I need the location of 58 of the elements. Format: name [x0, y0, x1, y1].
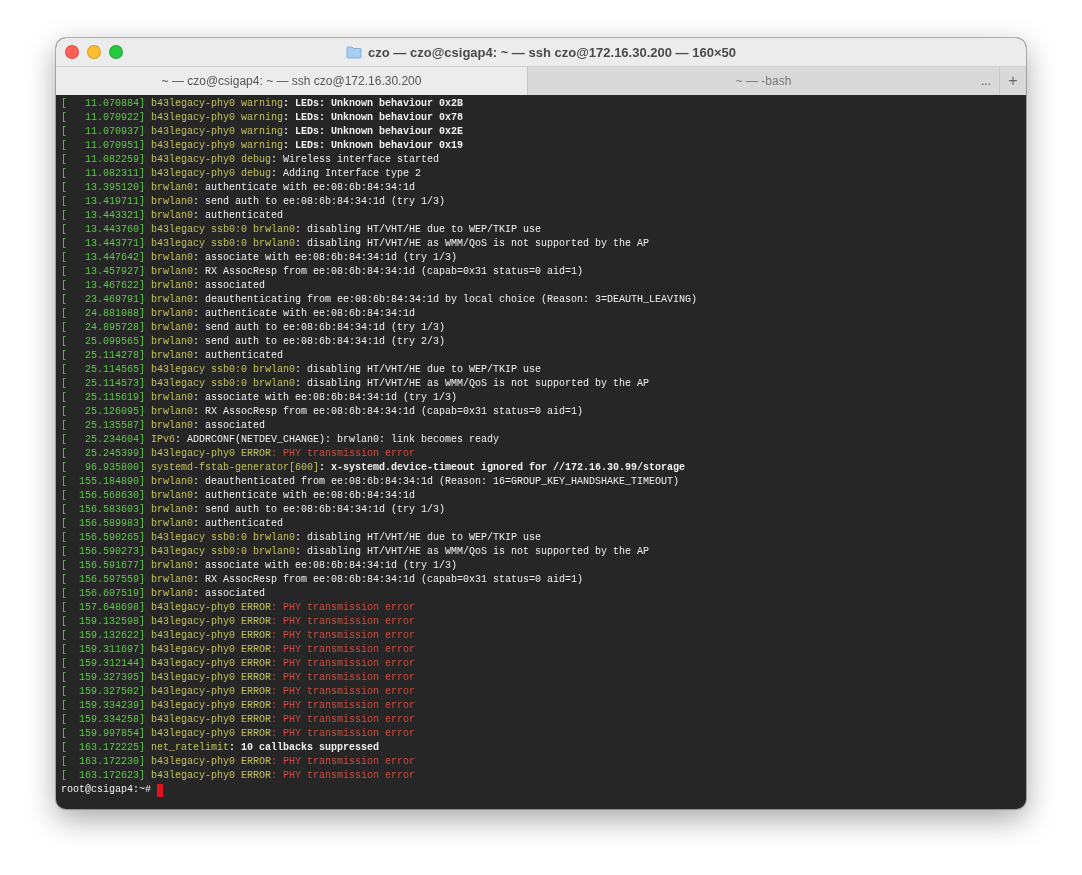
log-line: [ 25.099565] brwlan0: send auth to ee:08:6b:84:34:1d (try 2/3) [61, 336, 446, 347]
log-line: [ 25.234604] IPv6: ADDRCONF(NETDEV_CHANGE): brwlan0: link becomes ready [61, 434, 500, 445]
log-line: [ 25.114565] b43legacy ssb0:0 brwlan0: disabling HT/VHT/HE due to WEP/TKIP use [61, 364, 542, 375]
log-line: [ 156.597559] brwlan0: RX AssocResp from ee:08:6b:84:34:1d (capab=0x31 status=0 aid=1) [61, 574, 584, 585]
log-line: [ 159.327395] b43legacy-phy0 ERROR: PHY transmission error [61, 672, 416, 683]
log-line: [ 25.126095] brwlan0: RX AssocResp from ee:08:6b:84:34:1d (capab=0x31 status=0 aid=1) [61, 406, 584, 417]
minimize-button[interactable] [87, 45, 101, 59]
folder-icon [346, 45, 363, 59]
log-line: [ 24.895728] brwlan0: send auth to ee:08:6b:84:34:1d (try 1/3) [61, 322, 446, 333]
log-line: [ 13.443760] b43legacy ssb0:0 brwlan0: disabling HT/VHT/HE due to WEP/TKIP use [61, 224, 542, 235]
log-line: [ 159.312144] b43legacy-phy0 ERROR: PHY transmission error [61, 658, 416, 669]
log-line: [ 157.648698] b43legacy-phy0 ERROR: PHY transmission error [61, 602, 416, 613]
log-line: [ 13.395120] brwlan0: authenticate with ee:08:6b:84:34:1d [61, 182, 416, 193]
log-line: [ 159.132598] b43legacy-phy0 ERROR: PHY transmission error [61, 616, 416, 627]
zoom-button[interactable] [109, 45, 123, 59]
log-line: [ 13.467622] brwlan0: associated [61, 280, 266, 291]
log-line: [ 159.327502] b43legacy-phy0 ERROR: PHY transmission error [61, 686, 416, 697]
log-line: [ 163.172230] b43legacy-phy0 ERROR: PHY transmission error [61, 756, 416, 767]
log-line: [ 163.172225] net_ratelimit: 10 callbacks suppressed [61, 742, 380, 753]
log-line: [ 24.881088] brwlan0: authenticate with ee:08:6b:84:34:1d [61, 308, 416, 319]
log-line: [ 13.419711] brwlan0: send auth to ee:08:6b:84:34:1d (try 1/3) [61, 196, 446, 207]
log-line: [ 11.082259] b43legacy-phy0 debug: Wireless interface started [61, 154, 440, 165]
log-line: [ 25.115619] brwlan0: associate with ee:08:6b:84:34:1d (try 1/3) [61, 392, 458, 403]
log-line: [ 156.607519] brwlan0: associated [61, 588, 266, 599]
terminal-tab[interactable]: ~ — czo@csigap4: ~ — ssh czo@172.16.30.200 [56, 67, 528, 95]
log-line: [ 156.568630] brwlan0: authenticate with ee:08:6b:84:34:1d [61, 490, 416, 501]
log-line: [ 156.590273] b43legacy ssb0:0 brwlan0: disabling HT/VHT/HE as WMM/QoS is not supported by the AP [61, 546, 650, 557]
log-line: [ 25.135587] brwlan0: associated [61, 420, 266, 431]
log-line: [ 156.591677] brwlan0: associate with ee:08:6b:84:34:1d (try 1/3) [61, 560, 458, 571]
log-line: [ 159.334239] b43legacy-phy0 ERROR: PHY transmission error [61, 700, 416, 711]
text-cursor [157, 783, 163, 797]
log-line: [ 155.184890] brwlan0: deauthenticated from ee:08:6b:84:34:1d (Reason: 16=GROUP_KEY_HANDSHAKE_TIMEOUT) [61, 476, 680, 487]
log-line: [ 11.070951] b43legacy-phy0 warning: LEDs: Unknown behaviour 0x19 [61, 140, 464, 151]
log-line: [ 13.447642] brwlan0: associate with ee:08:6b:84:34:1d (try 1/3) [61, 252, 458, 263]
log-line: [ 25.114573] b43legacy ssb0:0 brwlan0: disabling HT/VHT/HE as WMM/QoS is not supported by the AP [61, 378, 650, 389]
log-line: [ 159.132622] b43legacy-phy0 ERROR: PHY transmission error [61, 630, 416, 641]
log-line: [ 159.997854] b43legacy-phy0 ERROR: PHY transmission error [61, 728, 416, 739]
log-line: [ 156.583603] brwlan0: send auth to ee:08:6b:84:34:1d (try 1/3) [61, 504, 446, 515]
log-line: [ 13.443771] b43legacy ssb0:0 brwlan0: disabling HT/VHT/HE as WMM/QoS is not supported by the AP [61, 238, 650, 249]
log-line: [ 156.589983] brwlan0: authenticated [61, 518, 284, 529]
log-line: [ 13.457927] brwlan0: RX AssocResp from ee:08:6b:84:34:1d (capab=0x31 status=0 aid=1) [61, 266, 584, 277]
log-line: [ 156.590265] b43legacy ssb0:0 brwlan0: disabling HT/VHT/HE due to WEP/TKIP use [61, 532, 542, 543]
close-button[interactable] [65, 45, 79, 59]
log-line: [ 25.245399] b43legacy-phy0 ERROR: PHY transmission error [61, 448, 416, 459]
log-line: [ 11.082311] b43legacy-phy0 debug: Adding Interface type 2 [61, 168, 422, 179]
log-line: [ 11.070937] b43legacy-phy0 warning: LEDs: Unknown behaviour 0x2E [61, 126, 464, 137]
shell-prompt: root@csigap4:~# [61, 783, 152, 797]
log-line: [ 163.172623] b43legacy-phy0 ERROR: PHY transmission error [61, 770, 416, 781]
log-line: [ 11.070922] b43legacy-phy0 warning: LEDs: Unknown behaviour 0x78 [61, 112, 464, 123]
tab-overflow-button[interactable]: ... [981, 74, 991, 88]
log-line: [ 96.935800] systemd-fstab-generator[600]: x-systemd.device-timeout ignored for //172.16.30.99/storage [61, 462, 686, 473]
window-title: czo — czo@csigap4: ~ — ssh czo@172.16.30.200 — 160×50 [368, 44, 736, 60]
log-line: [ 11.070884] b43legacy-phy0 warning: LEDs: Unknown behaviour 0x2B [61, 98, 464, 109]
log-line: [ 13.443321] brwlan0: authenticated [61, 210, 284, 221]
log-line: [ 25.114278] brwlan0: authenticated [61, 350, 284, 361]
log-line: [ 159.311697] b43legacy-phy0 ERROR: PHY transmission error [61, 644, 416, 655]
log-line: [ 23.469791] brwlan0: deauthenticating from ee:08:6b:84:34:1d by local choice (Reason: 3=DEAUTH_LEAVING) [61, 294, 698, 305]
log-line: [ 159.334258] b43legacy-phy0 ERROR: PHY transmission error [61, 714, 416, 725]
